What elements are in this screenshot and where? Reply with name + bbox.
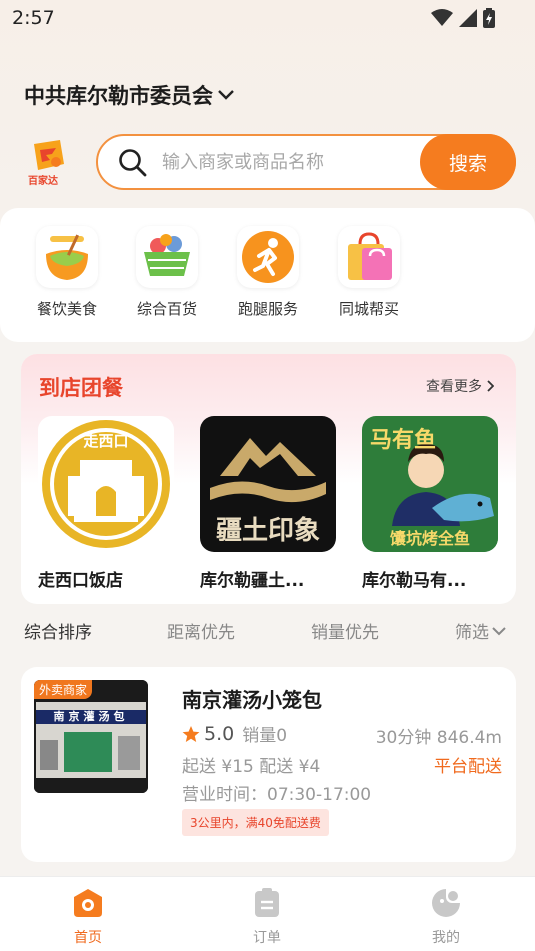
category-label: 餐饮美食 <box>36 300 97 318</box>
see-more-label: 查看更多 <box>426 379 482 395</box>
shop-logo-text: 马有鱼 <box>370 428 437 453</box>
home-icon <box>74 889 102 917</box>
category-card: 餐饮美食 综合百货 跑腿服务 同城帮买 <box>0 208 535 342</box>
nav-orders[interactable]: 订单 <box>227 887 307 947</box>
shop-logo-image: 疆土印象 <box>200 416 336 552</box>
noodle-bowl-icon <box>36 226 98 288</box>
app-logo-text: 百家达 <box>28 176 58 187</box>
order-icon <box>255 888 279 917</box>
app-logo: 百家达 <box>26 140 70 187</box>
see-more-link[interactable]: 查看更多 <box>426 376 494 396</box>
org-title: 中共库尔勒市委员会 <box>24 84 213 108</box>
search-bar[interactable]: 搜索 <box>96 134 516 190</box>
category-errand[interactable]: 跑腿服务 <box>228 226 308 319</box>
search-input[interactable] <box>162 146 412 178</box>
sort-distance[interactable]: 距离优先 <box>167 618 235 643</box>
status-bar: 2:57 <box>0 0 535 38</box>
store-sales: 销量0 <box>242 726 288 746</box>
category-label: 综合百货 <box>136 300 197 318</box>
shop-logo-image: 走西口 <box>38 416 174 552</box>
nav-home[interactable]: 首页 <box>48 887 128 947</box>
wifi-icon <box>431 9 453 26</box>
store-name: 南京灌汤小笼包 <box>182 688 322 712</box>
status-icons <box>431 8 495 28</box>
search-button[interactable]: 搜索 <box>420 134 516 190</box>
store-photo: 外卖商家 南京灌汤包 <box>34 680 148 793</box>
store-delivery-type: 平台配送 <box>434 757 502 777</box>
promo-badge: 3公里内，满40免配送费 <box>182 809 329 836</box>
shop-logo-image: 马有鱼 馕坑烤全鱼 <box>362 416 498 552</box>
nav-label: 订单 <box>253 930 281 946</box>
group-shop-name: 库尔勒马有... <box>362 571 467 591</box>
store-hours: 营业时间：07:30-17:00 <box>182 785 372 805</box>
org-selector[interactable]: 中共库尔勒市委员会 <box>24 80 235 110</box>
nav-label: 首页 <box>74 930 102 946</box>
store-time-distance: 30分钟 846.4m <box>375 728 502 748</box>
star-icon <box>182 725 200 742</box>
store-rating-row: 5.0 销量0 <box>182 721 287 746</box>
shopping-bag-icon <box>338 226 400 288</box>
group-dining-card: 到店团餐 查看更多 走西口 走西口饭店 疆土印象 库尔勒疆土... 马有鱼 馕坑… <box>21 354 516 604</box>
category-general-goods[interactable]: 综合百货 <box>127 226 207 319</box>
store-delivery-fee: 起送 ¥15 配送 ¥4 <box>182 757 321 777</box>
chevron-right-icon <box>487 380 494 392</box>
chevron-down-icon <box>492 626 506 635</box>
group-shop-item[interactable]: 走西口 走西口饭店 <box>38 416 178 591</box>
shop-logo-text: 疆土印象 <box>215 516 320 546</box>
nav-profile[interactable]: 我的 <box>406 887 486 947</box>
nav-label: 我的 <box>432 930 460 946</box>
group-shop-name: 库尔勒疆土... <box>200 571 305 591</box>
store-sign-text: 南京灌汤包 <box>53 710 129 723</box>
search-icon <box>119 149 147 177</box>
sort-bar: 综合排序 距离优先 销量优先 筛选 <box>0 612 535 646</box>
group-shop-item[interactable]: 马有鱼 馕坑烤全鱼 库尔勒马有... <box>362 416 502 591</box>
category-label: 同城帮买 <box>338 300 399 318</box>
store-card[interactable]: 外卖商家 南京灌汤包 南京灌汤小笼包 5.0 销量0 30分钟 846.4m 起… <box>21 667 516 862</box>
filter-button[interactable]: 筛选 <box>455 618 507 643</box>
shop-banner-text: 馕坑烤全鱼 <box>362 526 498 552</box>
battery-icon <box>483 8 495 28</box>
category-city-buy[interactable]: 同城帮买 <box>329 226 409 319</box>
profile-icon <box>432 889 460 917</box>
bottom-nav: 首页 订单 我的 <box>0 876 535 951</box>
sort-comprehensive[interactable]: 综合排序 <box>24 618 92 643</box>
shopping-basket-icon <box>136 226 198 288</box>
shop-logo-text: 走西口 <box>83 432 129 450</box>
store-tag: 外卖商家 <box>34 680 93 699</box>
signal-icon <box>459 9 477 27</box>
store-rating: 5.0 <box>204 722 235 745</box>
group-dining-title: 到店团餐 <box>39 376 123 400</box>
sort-sales[interactable]: 销量优先 <box>311 618 379 643</box>
category-label: 跑腿服务 <box>237 300 298 318</box>
category-food[interactable]: 餐饮美食 <box>27 226 107 319</box>
group-shop-item[interactable]: 疆土印象 库尔勒疆土... <box>200 416 340 591</box>
filter-label: 筛选 <box>455 623 489 643</box>
group-shop-name: 走西口饭店 <box>38 571 123 591</box>
runner-icon <box>237 226 299 288</box>
status-time: 2:57 <box>12 7 55 29</box>
chevron-down-icon <box>218 90 234 100</box>
